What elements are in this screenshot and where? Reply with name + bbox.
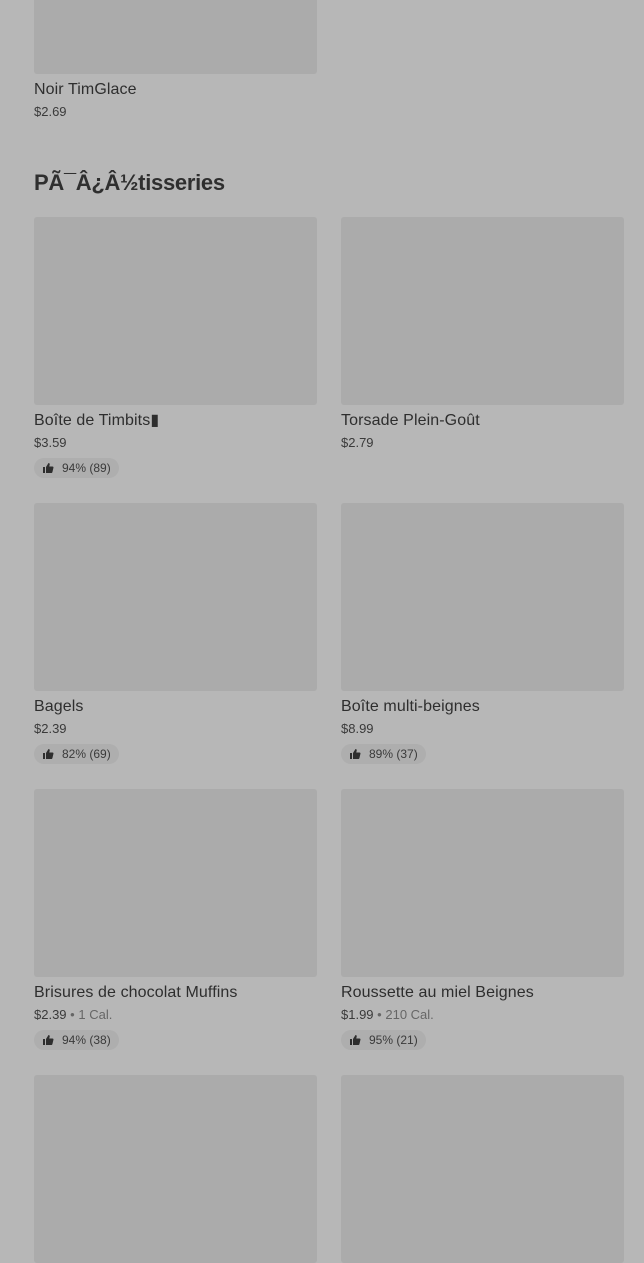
- menu-item-card[interactable]: Torsade Plein-Goût $2.79: [341, 217, 624, 451]
- item-image: [341, 1075, 624, 1263]
- item-name: Brisures de chocolat Muffins: [34, 984, 238, 1001]
- rating-text: 82% (69): [62, 747, 111, 761]
- thumbs-up-icon: [350, 749, 361, 759]
- item-calories: 210 Cal.: [385, 1007, 434, 1022]
- item-image: [341, 503, 624, 691]
- rating-text: 94% (38): [62, 1033, 111, 1047]
- item-name: Boîte de Timbits▮: [34, 412, 160, 429]
- item-image: [34, 217, 317, 405]
- item-name: Noir TimGlace: [34, 81, 137, 98]
- item-name: Torsade Plein-Goût: [341, 412, 480, 429]
- item-name: Bagels: [34, 698, 84, 715]
- item-image: [34, 503, 317, 691]
- item-price: $2.69: [34, 104, 67, 119]
- menu-item-card[interactable]: Noir TimGlace $2.69: [34, 0, 317, 120]
- item-calories: 1 Cal.: [78, 1007, 113, 1022]
- item-name: Boîte multi-beignes: [341, 698, 480, 715]
- rating-text: 95% (21): [369, 1033, 418, 1047]
- section-title: PÃ¯Â¿Â½tisseries: [34, 170, 225, 195]
- thumbs-up-icon: [43, 463, 54, 473]
- menu-item-card[interactable]: Boîte de Timbits▮ $3.59 94% (89): [34, 217, 317, 479]
- item-image: [34, 0, 317, 74]
- item-price: $1.99 • 210 Cal.: [341, 1007, 434, 1022]
- item-image: [341, 217, 624, 405]
- item-price: $8.99: [341, 721, 374, 736]
- item-price: $3.59: [34, 435, 67, 450]
- item-price: $2.79: [341, 435, 374, 450]
- rating-badge: 94% (89): [34, 458, 119, 478]
- item-name: Roussette au miel Beignes: [341, 984, 534, 1001]
- menu-item-card[interactable]: Roussette au miel Beignes $1.99 • 210 Ca…: [341, 789, 624, 1051]
- menu-item-card[interactable]: Boîte multi-beignes $8.99 89% (37): [341, 503, 624, 765]
- thumbs-up-icon: [43, 1035, 54, 1045]
- item-image: [34, 1075, 317, 1263]
- separator-dot: •: [377, 1007, 382, 1022]
- rating-badge: 95% (21): [341, 1030, 426, 1050]
- item-image: [341, 789, 624, 977]
- thumbs-up-icon: [43, 749, 54, 759]
- thumbs-up-icon: [350, 1035, 361, 1045]
- menu-item-card[interactable]: Brisures de chocolat Muffins $2.39 • 1 C…: [34, 789, 317, 1051]
- menu-page: Noir TimGlace $2.69 PÃ¯Â¿Â½tisseries Boî…: [0, 0, 644, 1263]
- rating-badge: 89% (37): [341, 744, 426, 764]
- rating-text: 94% (89): [62, 461, 111, 475]
- separator-dot: •: [70, 1007, 75, 1022]
- menu-item-card[interactable]: [341, 1075, 624, 1263]
- item-price: $2.39 • 1 Cal.: [34, 1007, 113, 1022]
- item-price: $2.39: [34, 721, 67, 736]
- rating-badge: 94% (38): [34, 1030, 119, 1050]
- rating-badge: 82% (69): [34, 744, 119, 764]
- item-image: [34, 789, 317, 977]
- menu-item-card[interactable]: [34, 1075, 317, 1263]
- menu-item-card[interactable]: Bagels $2.39 82% (69): [34, 503, 317, 765]
- rating-text: 89% (37): [369, 747, 418, 761]
